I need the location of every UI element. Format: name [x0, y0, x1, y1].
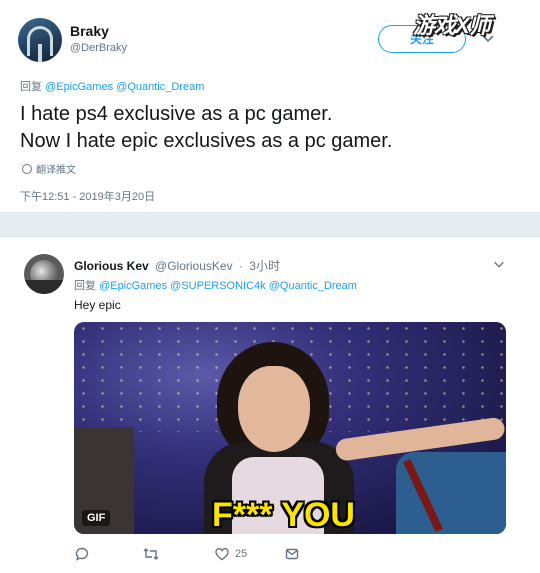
reply-button[interactable] [74, 544, 90, 564]
message-icon [284, 546, 300, 562]
user-handle[interactable]: @DerBraky [70, 42, 127, 54]
user-handle[interactable]: @GloriousKev [155, 259, 233, 273]
avatar-shape [38, 44, 42, 62]
message-button[interactable] [284, 544, 300, 564]
mention-link[interactable]: @SUPERSONIC4k [170, 280, 266, 292]
tweet-actions: 25 [74, 544, 334, 564]
mention-link[interactable]: @Quantic_Dream [269, 280, 357, 292]
gif-caption: F*** YOU [212, 496, 355, 534]
site-watermark: 游戏X师 [413, 13, 491, 38]
reply-context: 回复 @EpicGames @SUPERSONIC4k @Quantic_Dre… [74, 277, 357, 293]
retweet-button[interactable] [142, 544, 160, 564]
tweet-text-line: Now I hate epic exclusives as a pc gamer… [20, 130, 393, 152]
tweet-text: Hey epic [74, 298, 121, 312]
reply-icon [74, 546, 90, 562]
timestamp[interactable]: 下午12:51 - 2019年3月20日 [20, 188, 155, 204]
like-button[interactable]: 25 [214, 544, 247, 564]
tweet-header: Glorious Kev @GloriousKev · 3小时 [74, 257, 280, 274]
mention-link[interactable]: @EpicGames [45, 81, 113, 93]
tweet-card-braky: Braky @DerBraky 关注 游戏X师 回复 @EpicGames @Q… [0, 0, 540, 213]
translate-link[interactable]: 翻译推文 [22, 161, 76, 176]
dot-separator: · [238, 259, 243, 273]
reply-prefix: 回复 [20, 81, 42, 93]
reply-prefix: 回复 [74, 280, 96, 292]
mention-link[interactable]: @Quantic_Dream [116, 81, 204, 93]
gif-badge: GIF [82, 510, 111, 526]
display-name[interactable]: Braky [70, 23, 109, 39]
avatar-shape [24, 280, 64, 294]
globe-icon [22, 163, 32, 174]
avatar[interactable] [24, 254, 64, 294]
reply-context: 回复 @EpicGames @Quantic_Dream [20, 78, 204, 94]
tweet-text: I hate ps4 exclusive as a pc gamer. Now … [20, 101, 392, 155]
chevron-down-icon[interactable] [492, 257, 506, 271]
like-icon [214, 546, 230, 562]
media-shape [238, 366, 310, 452]
gif-media[interactable]: GIF F*** YOU [74, 322, 506, 534]
translate-label: 翻译推文 [36, 165, 76, 176]
display-name[interactable]: Glorious Kev [74, 259, 149, 273]
avatar[interactable] [18, 18, 62, 62]
retweet-icon [142, 546, 160, 562]
relative-time[interactable]: 3小时 [249, 259, 280, 273]
mention-link[interactable]: @EpicGames [99, 280, 167, 292]
like-count: 25 [235, 548, 248, 560]
tweet-text-line: I hate ps4 exclusive as a pc gamer. [20, 103, 333, 125]
